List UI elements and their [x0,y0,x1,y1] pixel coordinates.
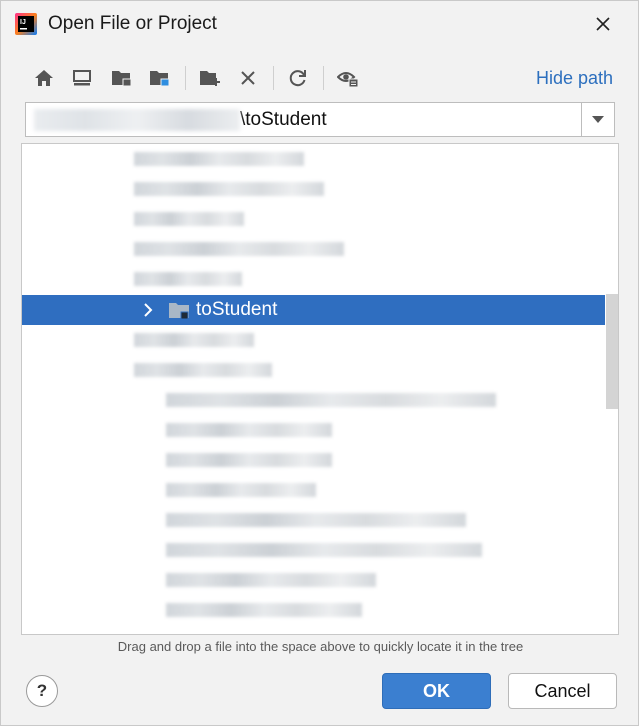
toolbar-separator [323,66,324,90]
close-icon [596,17,610,31]
close-button[interactable] [589,11,617,37]
file-tree[interactable]: toStudent [21,143,619,635]
toolbar-separator [185,66,186,90]
hide-path-link[interactable]: Hide path [536,68,613,89]
tree-row[interactable] [22,535,605,565]
dialog-title: Open File or Project [48,13,217,34]
tree-row[interactable] [22,264,605,294]
home-icon [35,70,53,86]
redacted-item [166,423,332,437]
open-file-dialog: IJ Open File or Project Hide path \toStu… [0,0,639,726]
tree-row[interactable] [22,475,605,505]
tree-row[interactable] [22,415,605,445]
folder-icon [169,303,189,320]
tree-row[interactable] [22,325,605,355]
help-button[interactable]: ? [26,675,58,707]
redacted-item [166,603,362,617]
tree-row[interactable] [22,565,605,595]
redacted-item [166,573,376,587]
new-folder-icon [200,71,220,86]
tree-row[interactable] [22,355,605,385]
redacted-item [134,212,244,226]
home-button[interactable] [29,63,59,93]
module-directory-button[interactable] [145,63,175,93]
toolbar-separator [273,66,274,90]
redacted-path-segment [34,109,240,131]
redacted-item [166,543,482,557]
project-directory-button[interactable] [107,63,137,93]
path-field[interactable]: \toStudent [25,102,615,137]
chevron-down-icon [592,115,604,123]
new-folder-button[interactable] [195,63,225,93]
title-bar: IJ Open File or Project [1,1,638,47]
tree-scrollbar-thumb[interactable] [606,294,618,409]
show-hidden-files-button[interactable] [333,63,363,93]
tree-row[interactable] [22,595,605,625]
path-history-dropdown[interactable] [581,103,614,136]
redacted-item [134,333,254,347]
drag-drop-hint: Drag and drop a file into the space abov… [117,639,524,654]
show-hidden-icon [337,72,359,88]
redacted-item [134,363,272,377]
tree-row[interactable] [22,204,605,234]
cancel-button[interactable]: Cancel [508,673,617,709]
redacted-item [166,393,496,407]
tree-row-selected[interactable]: toStudent [22,295,605,325]
path-visible-suffix: \toStudent [240,109,327,131]
tree-row[interactable] [22,174,605,204]
tree-row[interactable] [22,445,605,475]
tree-row[interactable] [22,234,605,264]
refresh-button[interactable] [283,63,313,93]
redacted-item [166,513,466,527]
desktop-button[interactable] [67,63,97,93]
intellij-app-icon: IJ [15,13,37,35]
redacted-item [166,453,332,467]
desktop-icon [73,70,91,86]
chevron-right-icon[interactable] [140,301,156,319]
path-text: \toStudent [34,109,327,131]
ok-button[interactable]: OK [382,673,491,709]
redacted-item [134,272,242,286]
redacted-item [134,182,324,196]
tree-item-label: toStudent [196,299,278,320]
redacted-item [166,483,316,497]
tree-row[interactable] [22,385,605,415]
module-folder-icon [150,71,170,87]
tree-row[interactable] [22,505,605,535]
project-folder-icon [112,71,132,87]
redacted-item [134,242,344,256]
refresh-icon [289,70,306,87]
delete-icon [241,71,255,85]
tree-row[interactable] [22,144,605,174]
svg-text:IJ: IJ [20,19,26,26]
delete-button[interactable] [233,63,263,93]
redacted-item [134,152,304,166]
